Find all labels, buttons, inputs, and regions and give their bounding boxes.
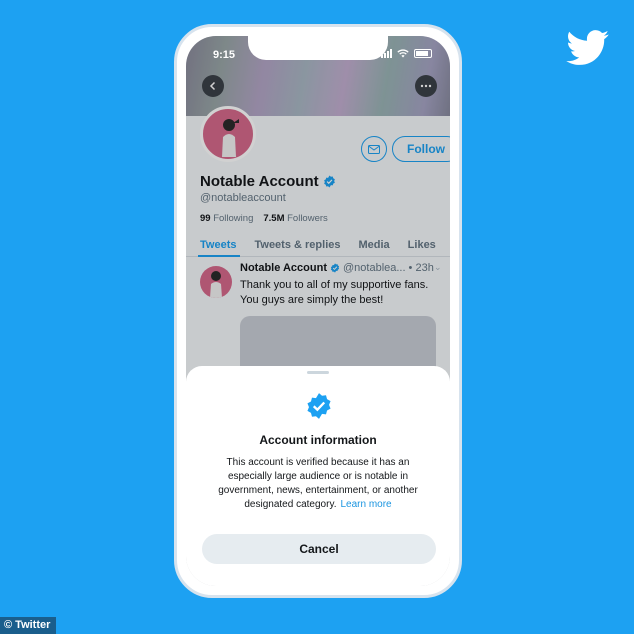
sheet-grabber[interactable] [307,371,329,374]
cancel-button[interactable]: Cancel [202,534,436,564]
sheet-title: Account information [259,433,377,447]
status-icons [381,49,432,58]
copyright-credit: © Twitter [0,617,57,634]
learn-more-link[interactable]: Learn more [340,499,391,510]
wifi-icon [397,49,409,58]
phone-screen: 9:15 Follow Notable Account @notableacco… [186,36,450,586]
battery-icon [414,49,432,58]
phone-frame: 9:15 Follow Notable Account @notableacco… [174,24,462,598]
sheet-body: This account is verified because it has … [206,456,430,512]
twitter-bird-icon [566,30,609,65]
phone-notch [248,36,388,60]
verified-badge-icon [307,393,331,419]
account-info-sheet: Account information This account is veri… [186,366,450,586]
status-time: 9:15 [213,49,236,61]
